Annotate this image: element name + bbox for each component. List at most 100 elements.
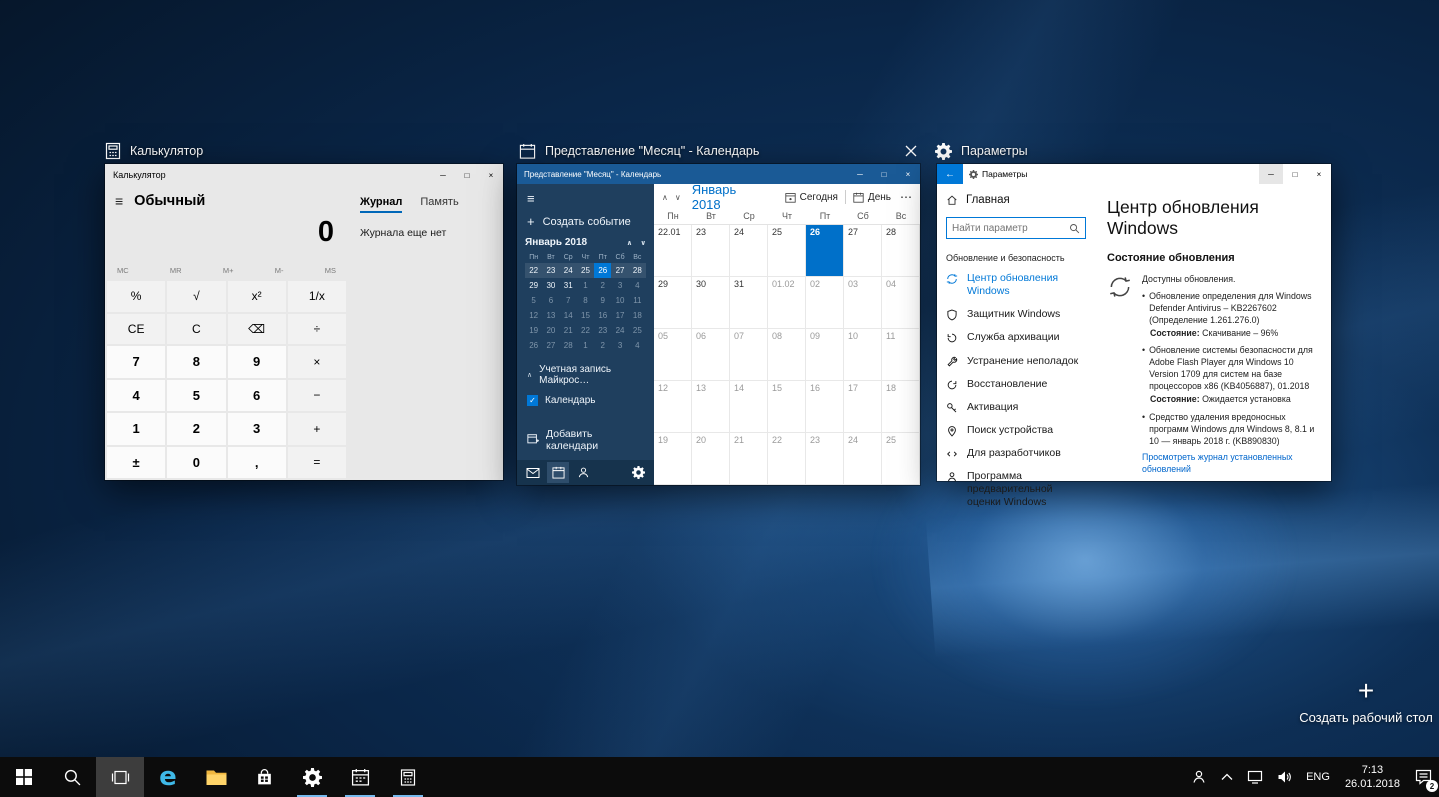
update-history-link[interactable]: Просмотреть журнал установленных обновле…	[1142, 452, 1319, 476]
hamburger-menu-icon[interactable]: ≡	[517, 184, 654, 210]
mini-day-cell[interactable]: 4	[629, 338, 646, 353]
tab-history[interactable]: Журнал	[360, 196, 402, 213]
calendar-checkbox-row[interactable]: ✓ Календарь	[517, 389, 654, 412]
day-cell[interactable]: 23	[806, 433, 844, 485]
calc-key[interactable]: −	[288, 380, 346, 412]
mini-day-cell[interactable]: 17	[611, 308, 628, 323]
taskbar-file-explorer-button[interactable]	[192, 757, 240, 797]
calc-key[interactable]: 6	[228, 380, 286, 412]
tray-people-button[interactable]	[1184, 757, 1214, 797]
mini-day-cell[interactable]: 28	[629, 263, 646, 278]
gear-icon[interactable]	[627, 462, 649, 483]
calculator-window[interactable]: Калькулятор ─ □ × ≡ Обычный 0 MCMRM+M-MS…	[105, 164, 503, 480]
mini-day-cell[interactable]: 2	[594, 338, 611, 353]
sidebar-item-backup[interactable]: Служба архивации	[946, 326, 1095, 349]
day-cell[interactable]: 01.02	[768, 277, 806, 329]
sidebar-item-insider-program[interactable]: Программа предварительной оценки Windows	[946, 465, 1095, 514]
taskbar-search-button[interactable]	[48, 757, 96, 797]
chevron-down-icon[interactable]: ∨	[640, 239, 646, 247]
mini-day-cell[interactable]: 3	[611, 338, 628, 353]
calc-key[interactable]: 1	[107, 413, 165, 445]
new-desktop-button[interactable]: + Создать рабочий стол	[1299, 676, 1433, 725]
memory-key[interactable]: MS	[325, 266, 336, 275]
day-cell[interactable]: 12	[654, 381, 692, 433]
taskbar-calculator-button[interactable]	[384, 757, 432, 797]
day-cell[interactable]: 06	[692, 329, 730, 381]
mini-day-cell[interactable]: 2	[594, 278, 611, 293]
calc-key[interactable]: 3	[228, 413, 286, 445]
memory-key[interactable]: M-	[275, 266, 284, 275]
calc-key[interactable]: ±	[107, 447, 165, 479]
calc-key[interactable]: 9	[228, 346, 286, 378]
start-button[interactable]	[0, 757, 48, 797]
add-calendars-button[interactable]: Добавить календари	[517, 420, 654, 460]
mail-icon[interactable]	[522, 462, 544, 483]
day-cell[interactable]: 16	[806, 381, 844, 433]
taskbar-settings-button[interactable]	[288, 757, 336, 797]
mini-day-cell[interactable]: 26	[525, 338, 542, 353]
checkbox-checked-icon[interactable]: ✓	[527, 395, 538, 406]
day-cell[interactable]: 24	[844, 433, 882, 485]
mini-day-cell[interactable]: 8	[577, 293, 594, 308]
mini-day-cell[interactable]: 16	[594, 308, 611, 323]
mini-day-cell[interactable]: 5	[525, 293, 542, 308]
calc-key[interactable]: ,	[228, 447, 286, 479]
mini-day-cell[interactable]: 28	[560, 338, 577, 353]
day-cell[interactable]: 18	[882, 381, 920, 433]
calc-key[interactable]: ⌫	[228, 314, 286, 345]
day-cell[interactable]: 20	[692, 433, 730, 485]
tab-memory[interactable]: Память	[420, 196, 458, 213]
day-cell[interactable]: 22.01	[654, 225, 692, 277]
mini-day-cell[interactable]: 24	[560, 263, 577, 278]
task-view-button[interactable]	[96, 757, 144, 797]
mini-day-cell[interactable]: 11	[629, 293, 646, 308]
calculator-mode-label[interactable]: Обычный	[134, 193, 205, 209]
mini-day-cell[interactable]: 21	[560, 323, 577, 338]
mini-day-cell[interactable]: 6	[542, 293, 559, 308]
day-cell[interactable]: 25	[882, 433, 920, 485]
day-cell[interactable]: 23	[692, 225, 730, 277]
maximize-button[interactable]: □	[1283, 164, 1307, 184]
mini-day-cell[interactable]: 29	[525, 278, 542, 293]
mini-day-cell[interactable]: 25	[577, 263, 594, 278]
taskbar-edge-button[interactable]: e	[144, 757, 192, 797]
mini-day-cell[interactable]: 4	[629, 278, 646, 293]
mini-day-cell[interactable]: 22	[577, 323, 594, 338]
today-button[interactable]: Сегодня	[785, 192, 838, 203]
day-cell[interactable]: 13	[692, 381, 730, 433]
mini-day-cell[interactable]: 14	[560, 308, 577, 323]
mini-day-cell[interactable]: 7	[560, 293, 577, 308]
chevron-up-icon[interactable]: ∧	[627, 239, 633, 247]
day-cell[interactable]: 08	[768, 329, 806, 381]
sidebar-item-recovery[interactable]: Восстановление	[946, 373, 1095, 396]
month-title[interactable]: Январь 2018	[692, 182, 765, 212]
day-cell[interactable]: 24	[730, 225, 768, 277]
calc-key[interactable]: +	[288, 413, 346, 445]
mini-day-cell[interactable]: 24	[611, 323, 628, 338]
tray-clock[interactable]: 7:13 26.01.2018	[1337, 757, 1408, 797]
day-cell[interactable]: 21	[730, 433, 768, 485]
mini-day-cell[interactable]: 12	[525, 308, 542, 323]
chevron-down-icon[interactable]: ∨	[675, 193, 681, 202]
tray-network-button[interactable]	[1240, 757, 1270, 797]
mini-day-cell[interactable]: 13	[542, 308, 559, 323]
calc-key[interactable]: ×	[288, 346, 346, 378]
day-cell[interactable]: 26	[806, 225, 844, 277]
calc-key[interactable]: 1/x	[288, 281, 346, 312]
mini-day-cell[interactable]: 3	[611, 278, 628, 293]
mini-day-cell[interactable]: 23	[542, 263, 559, 278]
more-options-icon[interactable]: ⋯	[898, 190, 912, 204]
calc-key[interactable]: =	[288, 447, 346, 479]
mini-day-cell[interactable]: 26	[594, 263, 611, 278]
mini-day-cell[interactable]: 31	[560, 278, 577, 293]
hamburger-menu-icon[interactable]: ≡	[115, 193, 123, 209]
tray-show-hidden-icons-button[interactable]	[1214, 757, 1240, 797]
back-button[interactable]: ←	[937, 164, 963, 184]
settings-window[interactable]: ← Параметры ─ □ × Главная О	[937, 164, 1331, 481]
mini-day-cell[interactable]: 1	[577, 278, 594, 293]
day-cell[interactable]: 07	[730, 329, 768, 381]
close-button[interactable]: ×	[479, 164, 503, 186]
mini-day-cell[interactable]: 27	[611, 263, 628, 278]
close-thumbnail-button[interactable]	[902, 142, 920, 160]
mini-day-cell[interactable]: 15	[577, 308, 594, 323]
